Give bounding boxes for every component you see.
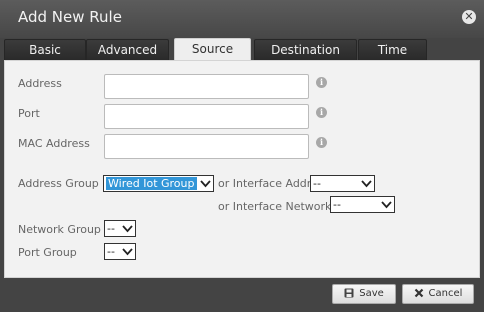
cancel-icon bbox=[414, 288, 423, 298]
mac-address-label: MAC Address bbox=[18, 137, 90, 150]
interface-addr-select[interactable]: -- bbox=[310, 175, 375, 192]
save-label: Save bbox=[359, 288, 384, 299]
network-group-value: -- bbox=[107, 222, 115, 235]
address-group-value: Wired Iot Group bbox=[106, 177, 197, 190]
save-button[interactable]: Save bbox=[332, 284, 396, 304]
port-group-label: Port Group bbox=[18, 246, 77, 259]
chevron-down-icon bbox=[200, 180, 211, 188]
address-input[interactable] bbox=[104, 74, 309, 99]
mac-info-icon[interactable]: i bbox=[316, 137, 327, 148]
chevron-down-icon bbox=[122, 248, 133, 256]
network-group-select[interactable]: -- bbox=[104, 220, 136, 237]
dialog-footer: Save Cancel bbox=[0, 280, 484, 312]
network-group-label: Network Group bbox=[18, 223, 101, 236]
address-group-select[interactable]: Wired Iot Group bbox=[103, 175, 214, 192]
interface-network-value: -- bbox=[333, 198, 341, 211]
port-group-value: -- bbox=[107, 245, 115, 258]
dialog-title: Add New Rule bbox=[18, 8, 122, 26]
port-info-icon[interactable]: i bbox=[316, 107, 327, 118]
interface-network-label: or Interface Network bbox=[218, 200, 332, 213]
chevron-down-icon bbox=[361, 180, 372, 188]
tab-source[interactable]: Source bbox=[174, 38, 251, 60]
tab-advanced[interactable]: Advanced bbox=[86, 39, 169, 60]
interface-addr-label: or Interface Addr bbox=[218, 177, 312, 190]
port-label: Port bbox=[18, 107, 40, 120]
tab-time[interactable]: Time bbox=[358, 39, 427, 60]
mac-address-input[interactable] bbox=[104, 134, 309, 159]
dialog-titlebar: Add New Rule ✕ bbox=[0, 0, 484, 38]
cancel-button[interactable]: Cancel bbox=[402, 284, 474, 304]
chevron-down-icon bbox=[381, 201, 392, 209]
add-rule-dialog: Add New Rule ✕ Basic Advanced Source Des… bbox=[0, 0, 484, 312]
port-group-select[interactable]: -- bbox=[104, 243, 136, 260]
address-info-icon[interactable]: i bbox=[316, 77, 327, 88]
tab-destination[interactable]: Destination bbox=[254, 39, 357, 60]
address-group-label: Address Group bbox=[18, 177, 99, 190]
cancel-label: Cancel bbox=[428, 288, 463, 299]
close-icon[interactable]: ✕ bbox=[462, 10, 476, 24]
port-input[interactable] bbox=[104, 104, 309, 129]
source-panel: Address i Port i MAC Address i Address G… bbox=[4, 60, 480, 278]
interface-network-select[interactable]: -- bbox=[330, 196, 395, 213]
save-icon bbox=[344, 288, 354, 298]
address-label: Address bbox=[18, 77, 62, 90]
tab-basic[interactable]: Basic bbox=[4, 39, 86, 60]
interface-addr-value: -- bbox=[313, 177, 321, 190]
tab-bar: Basic Advanced Source Destination Time bbox=[0, 38, 484, 60]
chevron-down-icon bbox=[122, 225, 133, 233]
